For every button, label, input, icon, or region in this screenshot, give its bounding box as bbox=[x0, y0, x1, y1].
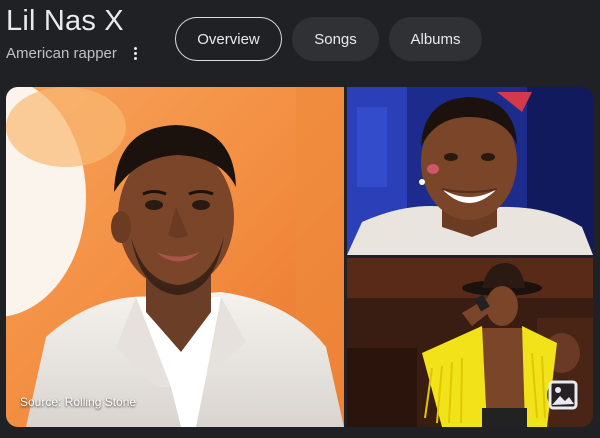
image-icon bbox=[548, 380, 578, 410]
entity-title: Lil Nas X bbox=[6, 5, 124, 37]
knowledge-panel: Lil Nas X American rapper Overview Songs… bbox=[0, 0, 600, 438]
tab-albums[interactable]: Albums bbox=[389, 17, 482, 61]
image-gallery: Source: Rolling Stone bbox=[6, 87, 593, 427]
entity-tabs: Overview Songs Albums bbox=[175, 17, 482, 61]
secondary-photo-bottom[interactable] bbox=[347, 258, 593, 427]
tab-overview[interactable]: Overview bbox=[175, 17, 282, 61]
image-source-caption: Source: Rolling Stone bbox=[20, 395, 137, 409]
entity-subtitle-row: American rapper bbox=[6, 44, 143, 62]
secondary-photo-top[interactable] bbox=[347, 87, 593, 255]
secondary-photo-top-image bbox=[347, 87, 593, 255]
entity-subtitle: American rapper bbox=[6, 44, 117, 62]
image-view-button[interactable] bbox=[547, 379, 579, 411]
main-photo-image bbox=[6, 87, 344, 427]
main-photo[interactable]: Source: Rolling Stone bbox=[6, 87, 344, 427]
tab-songs[interactable]: Songs bbox=[292, 17, 379, 61]
more-vert-icon[interactable] bbox=[129, 44, 143, 62]
